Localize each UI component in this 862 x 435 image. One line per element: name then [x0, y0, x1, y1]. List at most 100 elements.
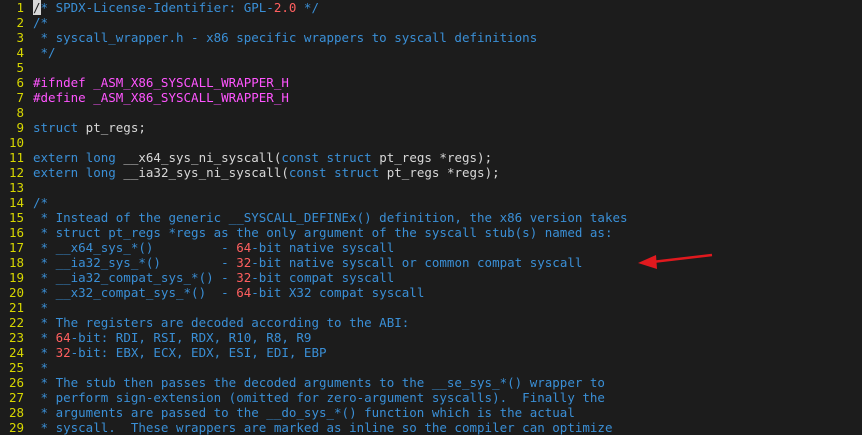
- line-number: 1: [16, 0, 24, 15]
- code-line[interactable]: 19 * __ia32_compat_sys_*() - 32-bit comp…: [0, 270, 394, 285]
- code-line[interactable]: 18 * __ia32_sys_*() - 32-bit native sysc…: [0, 255, 582, 270]
- code-text: extern long __ia32_sys_ni_syscall(const …: [33, 165, 500, 180]
- line-number: 29: [8, 420, 24, 435]
- code-token: *: [33, 300, 49, 315]
- line-number: 20: [8, 285, 24, 300]
- line-number: 15: [8, 210, 24, 225]
- line-number: 22: [8, 315, 24, 330]
- code-line[interactable]: 5: [0, 60, 33, 75]
- code-token: * __x64_sys_*() -: [33, 240, 237, 255]
- code-token: -bit native syscall or common compat sys…: [251, 255, 583, 270]
- code-text: *: [33, 360, 49, 375]
- code-line[interactable]: 13: [0, 180, 33, 195]
- code-line[interactable]: 16 * struct pt_regs *regs as the only ar…: [0, 225, 613, 240]
- code-line[interactable]: 9 struct pt_regs;: [0, 120, 146, 135]
- code-editor[interactable]: 1/* SPDX-License-Identifier: GPL-2.0 */2…: [0, 0, 862, 435]
- code-line[interactable]: 15 * Instead of the generic __SYSCALL_DE…: [0, 210, 628, 225]
- code-text: * 64-bit: RDI, RSI, RDX, R10, R8, R9: [33, 330, 312, 345]
- code-line[interactable]: 6 #ifndef _ASM_X86_SYSCALL_WRAPPER_H: [0, 75, 289, 90]
- code-line[interactable]: 14 /*: [0, 195, 48, 210]
- code-token: 32: [236, 255, 252, 270]
- code-line[interactable]: 25 *: [0, 360, 48, 375]
- code-text: /* SPDX-License-Identifier: GPL-2.0 */: [33, 0, 319, 15]
- code-line[interactable]: 17 * __x64_sys_*() - 64-bit native sysca…: [0, 240, 394, 255]
- code-token: -bit native syscall: [251, 240, 395, 255]
- line-number: 21: [8, 300, 24, 315]
- code-line[interactable]: 23 * 64-bit: RDI, RSI, RDX, R10, R8, R9: [0, 330, 312, 345]
- code-text: * syscall_wrapper.h - x86 specific wrapp…: [33, 30, 538, 45]
- line-number: 13: [8, 180, 24, 195]
- code-token: 2.0: [273, 0, 297, 15]
- code-token: __x64_sys_ni_syscall(: [115, 150, 282, 165]
- code-line[interactable]: 21 *: [0, 300, 48, 315]
- line-number: 11: [8, 150, 24, 165]
- line-number: 7: [16, 90, 24, 105]
- code-token: /*: [33, 15, 49, 30]
- code-token: *: [33, 330, 56, 345]
- code-line[interactable]: 1 /* SPDX-License-Identifier: GPL-2.0 */: [0, 0, 319, 15]
- code-token: * __ia32_compat_sys_*() -: [33, 270, 237, 285]
- code-line[interactable]: 22 * The registers are decoded according…: [0, 315, 409, 330]
- code-text: * __x32_compat_sys_*() - 64-bit X32 comp…: [33, 285, 425, 300]
- line-number: 3: [16, 30, 24, 45]
- code-text: */: [33, 45, 56, 60]
- code-token: #define _ASM_X86_SYSCALL_WRAPPER_H: [33, 90, 289, 105]
- line-number: 28: [8, 405, 24, 420]
- code-line[interactable]: 26 * The stub then passes the decoded ar…: [0, 375, 605, 390]
- line-number: 25: [8, 360, 24, 375]
- code-line[interactable]: 20 * __x32_compat_sys_*() - 64-bit X32 c…: [0, 285, 424, 300]
- code-line[interactable]: 29 * syscall. These wrappers are marked …: [0, 420, 613, 435]
- code-token: long: [85, 165, 116, 180]
- code-token: 64: [55, 330, 71, 345]
- code-line[interactable]: 2 /*: [0, 15, 48, 30]
- code-text: * The stub then passes the decoded argum…: [33, 375, 605, 390]
- code-text: * The registers are decoded according to…: [33, 315, 410, 330]
- code-token: extern: [33, 165, 79, 180]
- code-line[interactable]: 10: [0, 135, 33, 150]
- code-token: 32: [236, 270, 252, 285]
- code-token: __ia32_sys_ni_syscall(: [115, 165, 289, 180]
- line-number: 9: [16, 120, 24, 135]
- code-line[interactable]: 12 extern long __ia32_sys_ni_syscall(cons…: [0, 165, 500, 180]
- code-line[interactable]: 3 * syscall_wrapper.h - x86 specific wra…: [0, 30, 537, 45]
- code-token: const: [281, 150, 320, 165]
- code-token: pt_regs;: [78, 120, 146, 135]
- code-token: *: [33, 345, 56, 360]
- code-token: #ifndef _ASM_X86_SYSCALL_WRAPPER_H: [33, 75, 289, 90]
- code-text: #define _ASM_X86_SYSCALL_WRAPPER_H: [33, 90, 289, 105]
- code-line[interactable]: 8: [0, 105, 33, 120]
- code-text: * perform sign-extension (omitted for ze…: [33, 390, 605, 405]
- line-number: 27: [8, 390, 24, 405]
- code-line[interactable]: 11 extern long __x64_sys_ni_syscall(const…: [0, 150, 492, 165]
- code-token: *: [33, 360, 49, 375]
- code-text: * 32-bit: EBX, ECX, EDX, ESI, EDI, EBP: [33, 345, 327, 360]
- line-number: 4: [16, 45, 24, 60]
- code-text: /*: [33, 15, 48, 30]
- line-number: 10: [8, 135, 24, 150]
- code-token: const: [288, 165, 327, 180]
- code-text: *: [33, 300, 49, 315]
- code-line[interactable]: 28 * arguments are passed to the __do_sy…: [0, 405, 575, 420]
- line-number: 14: [8, 195, 24, 210]
- code-line[interactable]: 27 * perform sign-extension (omitted for…: [0, 390, 605, 405]
- code-token: pt_regs *regs);: [379, 165, 500, 180]
- code-token: extern: [33, 150, 79, 165]
- code-text: struct pt_regs;: [33, 120, 146, 135]
- code-token: * The stub then passes the decoded argum…: [33, 375, 605, 390]
- code-token: -bit compat syscall: [251, 270, 395, 285]
- line-number: 19: [8, 270, 24, 285]
- code-line[interactable]: 4 */: [0, 45, 56, 60]
- line-number: 23: [8, 330, 24, 345]
- code-text: * syscall. These wrappers are marked as …: [33, 420, 613, 435]
- code-token: * syscall. These wrappers are marked as …: [33, 420, 613, 435]
- code-line[interactable]: 24 * 32-bit: EBX, ECX, EDX, ESI, EDI, EB…: [0, 345, 327, 360]
- code-token: -bit: RDI, RSI, RDX, R10, R8, R9: [70, 330, 312, 345]
- code-text: * Instead of the generic __SYSCALL_DEFIN…: [33, 210, 628, 225]
- line-number: 18: [8, 255, 24, 270]
- code-token: * __x32_compat_sys_*() -: [33, 285, 237, 300]
- code-line[interactable]: 7 #define _ASM_X86_SYSCALL_WRAPPER_H: [0, 90, 289, 105]
- line-number: 2: [16, 15, 24, 30]
